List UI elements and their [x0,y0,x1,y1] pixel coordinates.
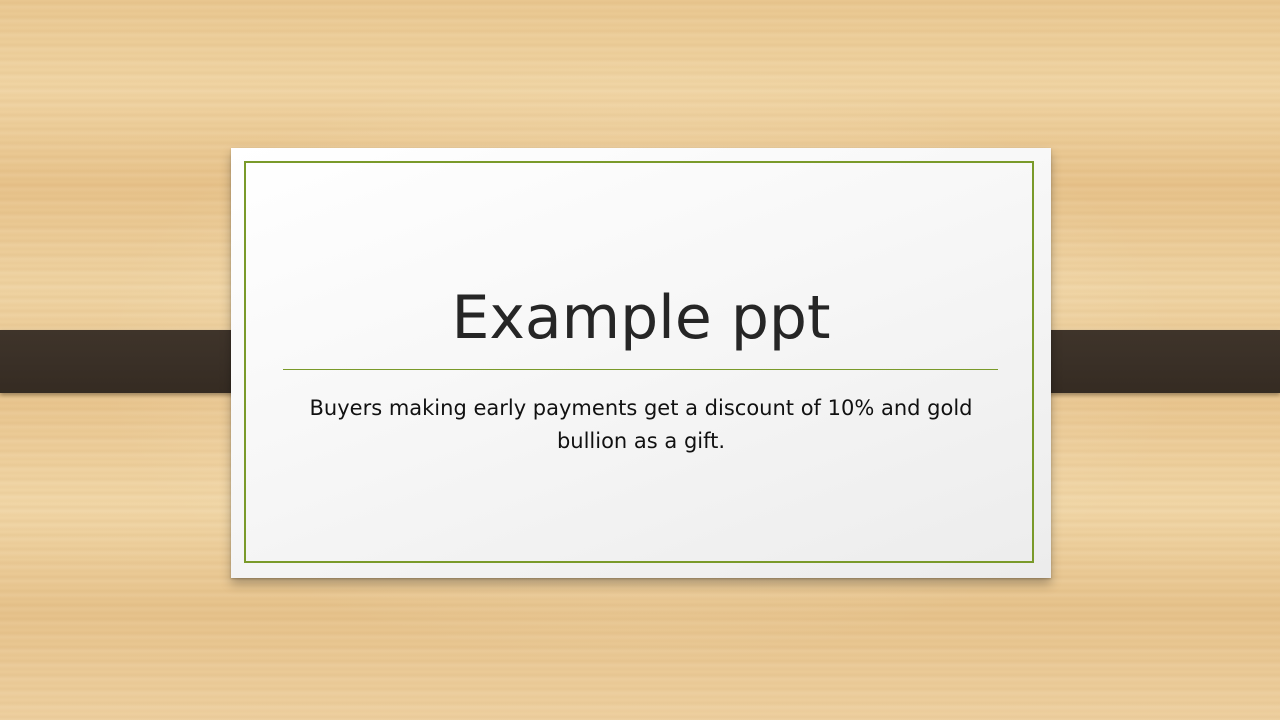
right-strap [1021,330,1280,393]
title-divider [283,369,998,370]
slide-title: Example ppt [451,283,831,353]
slide-subtitle: Buyers making early payments get a disco… [309,396,973,453]
left-strap [0,330,259,393]
title-card: Example ppt Buyers making early payments… [231,148,1051,578]
